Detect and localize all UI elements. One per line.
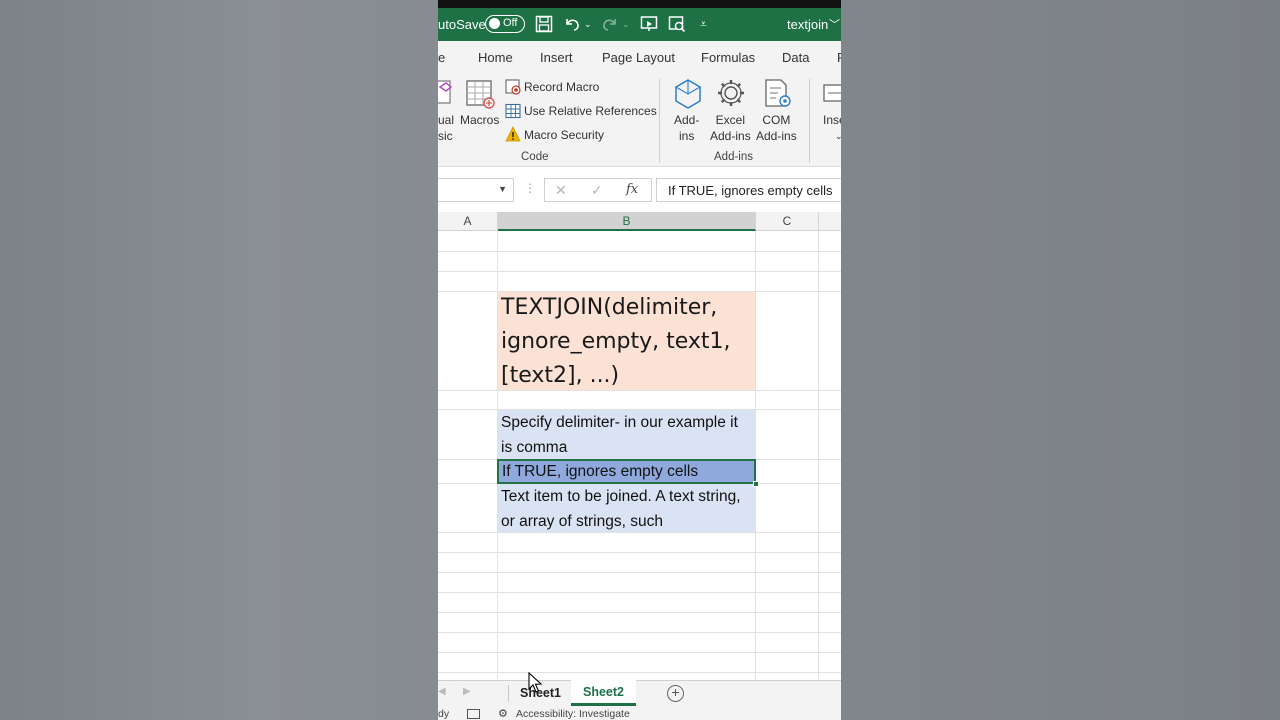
column-header-d[interactable]	[819, 212, 841, 231]
visual-basic-label-2: sic	[438, 129, 453, 143]
relative-references-icon	[505, 103, 521, 122]
formula-input[interactable]: If TRUE, ignores empty cells	[656, 178, 841, 202]
visual-basic-label-1: ual	[438, 113, 455, 127]
excel-addins-button[interactable]: Excel Add-ins	[710, 112, 751, 144]
add-sheet-icon[interactable]: +	[667, 685, 684, 702]
tab-review[interactable]: F	[837, 50, 841, 65]
status-ready: dy	[438, 708, 450, 720]
gridline	[438, 251, 841, 252]
ribbon-separator	[809, 79, 810, 163]
name-box-dropdown-icon[interactable]: ▼	[498, 184, 507, 194]
use-relative-references-label: Use Relative References	[524, 104, 657, 118]
excel-addins-label-2: Add-ins	[710, 129, 751, 143]
file-name[interactable]: textjoin	[787, 17, 828, 32]
gridline	[438, 652, 841, 653]
customize-qat-icon[interactable]: ⩡	[700, 15, 707, 33]
scroll-right-icon[interactable]: ▶	[463, 686, 471, 697]
addins-label-1: Add-	[674, 113, 700, 127]
visual-basic-button[interactable]: ual sic	[438, 112, 454, 144]
excel-addins-gear-icon[interactable]	[716, 78, 746, 110]
addins-label-2: ins	[679, 129, 695, 143]
tab-data[interactable]: Data	[782, 50, 809, 65]
gridline	[438, 592, 841, 593]
ribbon-separator	[659, 79, 660, 163]
autosave-label: utoSave	[438, 17, 486, 32]
gridline	[438, 612, 841, 613]
enter-icon[interactable]: ✓	[591, 182, 603, 199]
present-icon[interactable]	[640, 15, 658, 38]
save-icon[interactable]	[535, 15, 553, 38]
column-header-c[interactable]: C	[756, 212, 819, 231]
excel-window: utoSave Off ⌄ ⌄ ⩡ textjoin ﹀ e Home Inse…	[438, 0, 841, 720]
addins-button[interactable]: Add- ins	[674, 112, 699, 144]
gridline	[438, 572, 841, 573]
title-bar: utoSave Off ⌄ ⌄ ⩡ textjoin ﹀	[438, 8, 841, 41]
insert-function-icon[interactable]: fx	[626, 182, 638, 197]
visual-basic-icon[interactable]	[438, 79, 452, 107]
status-bar: dy ⚙ Accessibility: Investigate	[438, 706, 841, 720]
tab-file[interactable]: e	[438, 50, 445, 65]
com-addins-icon[interactable]	[763, 78, 793, 110]
record-macro-icon	[505, 79, 521, 98]
tab-page-layout[interactable]: Page Layout	[602, 50, 675, 65]
gridline	[438, 552, 841, 553]
macro-security-label: Macro Security	[524, 128, 605, 142]
syntax-cell[interactable]: TEXTJOIN(delimiter, ignore_empty, text1,…	[501, 291, 753, 393]
warning-icon	[505, 126, 521, 145]
autosave-toggle[interactable]: Off	[485, 15, 525, 33]
tab-home[interactable]: Home	[478, 50, 513, 65]
com-addins-label-2: Add-ins	[756, 129, 797, 143]
tab-formulas[interactable]: Formulas	[701, 50, 755, 65]
undo-dropdown-icon[interactable]: ⌄	[584, 15, 592, 33]
sheet-tab-sheet2[interactable]: Sheet2	[571, 680, 636, 706]
accessibility-status[interactable]: Accessibility: Investigate	[516, 708, 630, 720]
ribbon: ual sic Macros Record Macro Use Relative…	[438, 73, 841, 167]
excel-addins-label-1: Excel	[715, 113, 746, 127]
delimiter-description-cell[interactable]: Specify delimiter- in our example it is …	[501, 410, 753, 460]
gridline	[438, 271, 841, 272]
redo-dropdown-icon[interactable]: ⌄	[622, 15, 630, 33]
formula-bar-grip-icon[interactable]: ⋮	[524, 181, 536, 195]
column-header-a[interactable]: A	[438, 212, 498, 231]
tab-insert[interactable]: Insert	[540, 50, 573, 65]
macro-recording-icon[interactable]	[467, 709, 480, 719]
cancel-icon[interactable]: ✕	[555, 182, 567, 199]
insert-control-label: Inse	[823, 113, 841, 127]
autosave-state: Off	[503, 17, 518, 29]
addins-group-label: Add-ins	[714, 151, 753, 163]
gridline	[438, 632, 841, 633]
insert-dropdown-icon: ⌄	[835, 131, 841, 141]
com-addins-button[interactable]: COM Add-ins	[756, 112, 797, 144]
tab-divider	[508, 685, 509, 702]
addins-icon[interactable]	[673, 78, 703, 110]
insert-control-icon[interactable]	[822, 79, 841, 109]
code-group-label: Code	[521, 151, 549, 163]
redo-icon[interactable]	[601, 15, 619, 38]
mouse-cursor-icon	[528, 672, 542, 693]
ignore-empty-description-cell[interactable]: If TRUE, ignores empty cells	[502, 459, 754, 484]
ribbon-tabs: e Home Insert Page Layout Formulas Data …	[438, 41, 841, 73]
macros-icon[interactable]	[465, 78, 497, 110]
formula-bar: ▼ ⋮ ✕ ✓ fx If TRUE, ignores empty cells	[438, 176, 841, 204]
macros-button[interactable]: Macros	[460, 112, 499, 128]
view-icon[interactable]	[668, 15, 686, 38]
file-name-chevron-icon[interactable]: ﹀	[829, 16, 840, 32]
com-addins-label-1: COM	[762, 113, 791, 127]
formula-controls: ✕ ✓ fx	[544, 178, 652, 202]
undo-icon[interactable]	[563, 15, 581, 38]
insert-control-button[interactable]: Inse ⌄	[823, 112, 841, 144]
top-black-bar	[438, 0, 841, 8]
record-macro-label: Record Macro	[524, 80, 600, 94]
gridline	[438, 672, 841, 673]
toggle-knob	[489, 18, 500, 29]
column-header-b[interactable]: B	[498, 212, 756, 231]
text-description-cell[interactable]: Text item to be joined. A text string, o…	[501, 484, 753, 534]
scroll-left-icon[interactable]: ◀	[438, 686, 446, 697]
sheet-tabs-bar: ◀ ▶ Sheet1 Sheet2 +	[438, 680, 841, 706]
name-box[interactable]: ▼	[438, 178, 514, 202]
accessibility-icon[interactable]: ⚙	[498, 707, 508, 720]
spreadsheet-grid[interactable]: A B C TEXTJOIN(delimiter, ignore_empty, …	[438, 212, 841, 680]
